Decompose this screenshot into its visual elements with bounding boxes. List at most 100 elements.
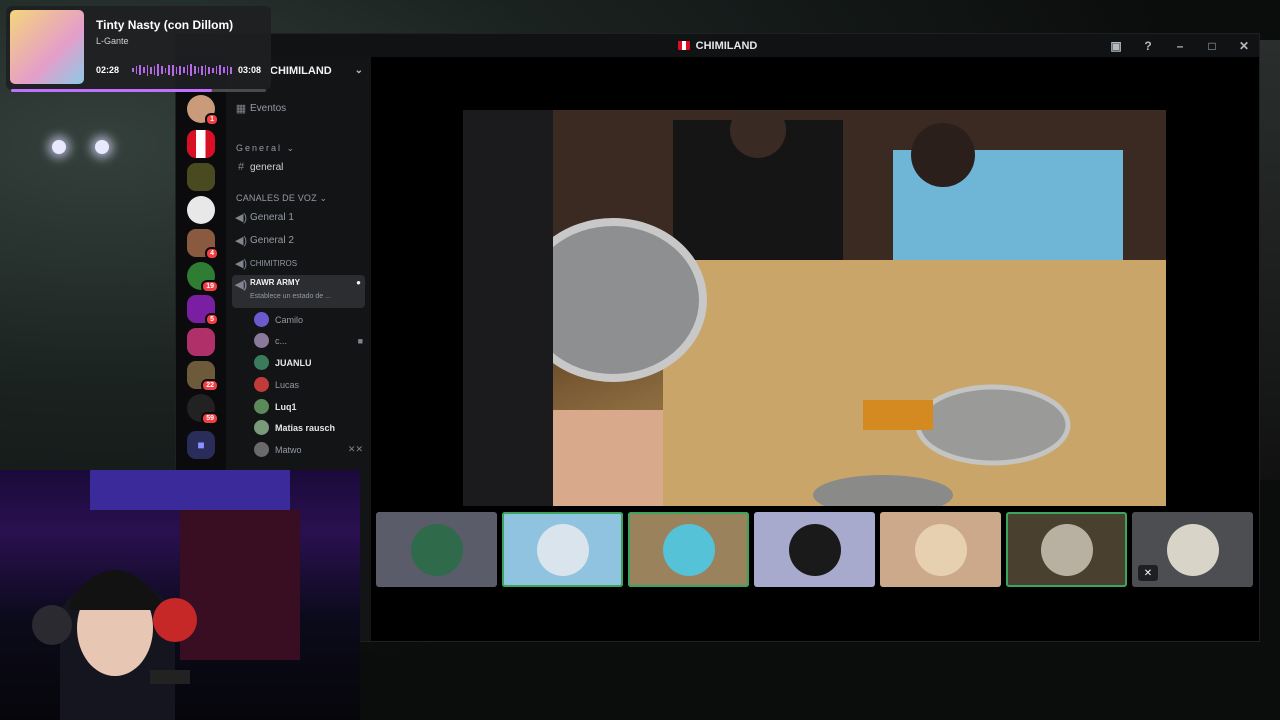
notification-badge: 4: [205, 247, 219, 260]
album-art: [10, 10, 84, 84]
category-label: General: [236, 143, 283, 153]
waveform-icon: [132, 64, 232, 76]
server-icon[interactable]: 22: [187, 361, 219, 392]
avatar: [254, 420, 269, 435]
now-playing-widget: Tinty Nasty (con Dillom) L-Gante 02:28 0…: [6, 6, 271, 92]
muted-icon: ✕✕: [347, 444, 363, 454]
notification-badge: 19: [201, 280, 219, 293]
avatar: [254, 377, 269, 392]
notification-badge: 22: [201, 379, 219, 392]
category-label: CANALES DE VOZ: [236, 193, 317, 203]
channel-label: RAWR ARMY: [250, 278, 300, 287]
video-stream[interactable]: [463, 110, 1166, 506]
member-name: c...: [275, 335, 288, 346]
webcam-frame: [32, 470, 300, 720]
participant-tile[interactable]: [754, 512, 875, 587]
channel-label: CHIMITIROS: [250, 258, 298, 268]
member-row[interactable]: Matias rausch: [254, 418, 363, 437]
channel-label: general: [250, 161, 284, 173]
member-row[interactable]: c... ■: [254, 331, 363, 350]
events-item[interactable]: ▦ Eventos: [232, 98, 365, 118]
server-icon[interactable]: 1: [187, 95, 219, 126]
close-icon[interactable]: ✕: [1237, 39, 1251, 53]
maximize-icon[interactable]: □: [1205, 39, 1219, 53]
speaker-icon: ◀): [234, 257, 248, 270]
participant-tile[interactable]: [628, 512, 749, 587]
server-icon[interactable]: [187, 163, 215, 191]
peru-flag-icon: [677, 41, 690, 50]
channel-label: General 1: [250, 211, 294, 223]
member-row[interactable]: JUANLU: [254, 353, 363, 372]
notification-badge: 1: [205, 113, 219, 126]
category-voice[interactable]: CANALES DE VOZ ⌄: [236, 193, 327, 204]
video-icon: ■: [357, 335, 363, 346]
participant-tile[interactable]: [376, 512, 497, 587]
background-light: [95, 140, 109, 154]
speaker-icon: ◀): [234, 279, 248, 291]
server-icon[interactable]: [187, 328, 215, 356]
member-name: JUANLU: [275, 357, 312, 368]
participant-tile[interactable]: [502, 512, 623, 587]
avatar: [662, 523, 715, 576]
member-row[interactable]: Lucas: [254, 375, 363, 394]
channel-general[interactable]: # general: [232, 157, 365, 177]
help-icon[interactable]: ?: [1141, 39, 1155, 53]
avatar: [1040, 523, 1093, 576]
voice-channel-general-1[interactable]: ◀) General 1: [232, 207, 365, 227]
avatar: [1166, 523, 1219, 576]
total-time: 03:08: [238, 65, 262, 75]
server-icon[interactable]: 4: [187, 229, 219, 260]
participant-tile[interactable]: [1006, 512, 1127, 587]
participant-tiles: ✕: [376, 512, 1253, 587]
calendar-icon: ▦: [235, 102, 247, 115]
chevron-down-icon[interactable]: ⌄: [355, 65, 363, 76]
channel-status[interactable]: Establece un estado de ...: [250, 293, 331, 300]
events-label: Eventos: [250, 102, 287, 114]
server-icon[interactable]: 19: [187, 262, 219, 293]
minimize-icon[interactable]: –: [1173, 39, 1187, 53]
server-icon[interactable]: [187, 196, 215, 224]
member-row[interactable]: Matwo ✕✕: [254, 440, 363, 459]
member-name: Matias rausch: [275, 422, 336, 433]
window-controls: ▣ ? – □ ✕: [1109, 34, 1251, 57]
voice-channel-rawr-army[interactable]: ◀) RAWR ARMY ● Establece un estado de ..…: [232, 275, 365, 308]
avatar: [254, 355, 269, 370]
participant-tile[interactable]: ✕: [1132, 512, 1253, 587]
track-artist: L-Gante: [96, 36, 129, 46]
avatar: [914, 523, 967, 576]
voice-stage: ✕: [371, 57, 1259, 641]
member-row[interactable]: Camilo: [254, 310, 363, 329]
avatar: [788, 523, 841, 576]
folder-icon[interactable]: ■: [187, 431, 215, 459]
member-name: Luq1: [275, 401, 297, 412]
server-icon[interactable]: 5: [187, 295, 219, 326]
member-row[interactable]: Luq1: [254, 397, 363, 416]
channel-label: General 2: [250, 234, 294, 246]
track-progress-fill: [11, 89, 212, 92]
server-icon[interactable]: 59: [187, 394, 219, 425]
server-icon-chimiland[interactable]: [187, 130, 215, 158]
server-name: CHIMILAND: [270, 65, 332, 77]
stream-frame: [463, 110, 1166, 506]
chat-icon[interactable]: ●: [356, 278, 361, 287]
notification-badge: 5: [205, 313, 219, 326]
participant-tile[interactable]: [880, 512, 1001, 587]
avatar: [410, 523, 463, 576]
category-general[interactable]: General ⌄: [236, 143, 296, 154]
deafened-icon: ✕: [1138, 565, 1158, 581]
member-name: Camilo: [275, 314, 304, 325]
speaker-icon: ◀): [234, 211, 248, 224]
background-light: [52, 140, 66, 154]
voice-channel-general-2[interactable]: ◀) General 2: [232, 230, 365, 250]
member-name: Lucas: [275, 379, 300, 390]
inbox-icon[interactable]: ▣: [1109, 39, 1123, 53]
title-bar: CHIMILAND ▣ ? – □ ✕: [176, 34, 1259, 57]
member-name: Matwo: [275, 444, 302, 455]
notification-badge: 59: [201, 412, 219, 425]
webcam-overlay: [0, 470, 360, 720]
speaker-icon: ◀): [234, 234, 248, 247]
voice-channel-chimitiros[interactable]: ◀) CHIMITIROS: [232, 253, 365, 273]
hashtag-icon: #: [237, 161, 245, 173]
avatar: [254, 442, 269, 457]
avatar: [254, 333, 269, 348]
